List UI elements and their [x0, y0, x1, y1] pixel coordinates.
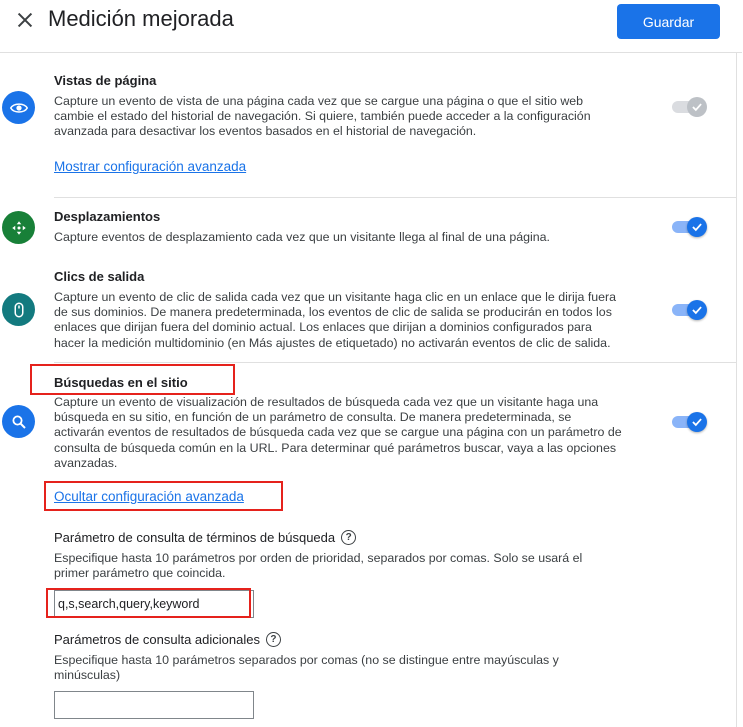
section-title-site-search: Búsquedas en el sitio: [54, 375, 188, 390]
scroll-icon: [2, 211, 35, 244]
panel-border: [736, 53, 737, 727]
check-icon: [687, 217, 707, 237]
divider: [54, 197, 736, 198]
help-icon[interactable]: ?: [341, 530, 357, 545]
section-desc-outbound-clicks: Capture un evento de clic de salida cada…: [54, 290, 617, 350]
close-icon[interactable]: [14, 9, 36, 31]
site-search-toggle[interactable]: [672, 410, 708, 434]
page-title: Medición mejorada: [48, 6, 234, 31]
query-param-title: Parámetro de consulta de términos de bús…: [54, 530, 357, 545]
dialog-header: Medición mejorada Guardar: [0, 0, 742, 53]
show-advanced-link[interactable]: Mostrar configuración avanzada: [54, 159, 246, 174]
scrolls-toggle[interactable]: [672, 215, 708, 239]
additional-params-input[interactable]: [54, 691, 254, 719]
check-icon: [687, 97, 707, 117]
additional-params-desc: Especifique hasta 10 parámetros separado…: [54, 653, 559, 683]
section-title-page-views: Vistas de página: [54, 73, 157, 88]
help-icon[interactable]: ?: [265, 632, 281, 647]
hide-advanced-link[interactable]: Ocultar configuración avanzada: [54, 489, 244, 504]
query-param-label: Parámetro de consulta de términos de bús…: [54, 530, 336, 545]
page-views-toggle[interactable]: [672, 95, 708, 119]
search-icon: [2, 405, 35, 438]
save-button[interactable]: Guardar: [617, 4, 720, 39]
outbound-clicks-toggle[interactable]: [672, 298, 708, 322]
check-icon: [687, 300, 707, 320]
section-desc-site-search: Capture un evento de visualización de re…: [54, 395, 622, 470]
query-param-input[interactable]: [54, 590, 254, 618]
section-desc-scrolls: Capture eventos de desplazamiento cada v…: [54, 230, 550, 244]
divider: [54, 362, 736, 363]
mouse-icon: [2, 293, 35, 326]
check-icon: [687, 412, 707, 432]
section-title-scrolls: Desplazamientos: [54, 209, 161, 224]
additional-params-title: Parámetros de consulta adicionales ?: [54, 632, 281, 647]
eye-icon: [2, 91, 35, 124]
additional-params-label: Parámetros de consulta adicionales: [54, 632, 260, 647]
section-title-outbound-clicks: Clics de salida: [54, 269, 145, 284]
query-param-desc: Especifique hasta 10 parámetros por orde…: [54, 551, 583, 581]
section-desc-page-views: Capture un evento de vista de una página…: [54, 94, 591, 139]
